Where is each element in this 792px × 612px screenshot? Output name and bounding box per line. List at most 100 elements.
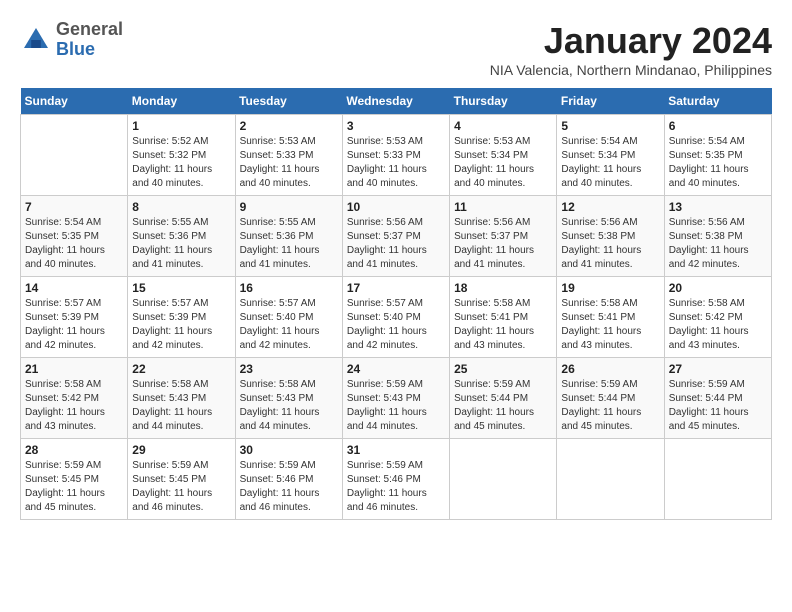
day-number: 30 [240,443,338,457]
column-header-sunday: Sunday [21,88,128,115]
day-info: Sunrise: 5:57 AMSunset: 5:40 PMDaylight:… [240,297,338,353]
week-row-1: 7 Sunrise: 5:54 AMSunset: 5:35 PMDaylight… [21,196,772,277]
calendar-header-row: SundayMondayTuesdayWednesdayThursdayFrid… [21,88,772,115]
day-info: Sunrise: 5:56 AMSunset: 5:38 PMDaylight:… [561,216,659,272]
day-info: Sunrise: 5:58 AMSunset: 5:43 PMDaylight:… [132,378,230,434]
day-number: 18 [454,281,552,295]
calendar-cell: 8Sunrise: 5:55 AMSunset: 5:36 PMDaylight… [128,196,235,277]
day-info: Sunrise: 5:58 AMSunset: 5:42 PMDaylight:… [25,378,123,434]
day-number: 14 [25,281,123,295]
month-title: January 2024 [490,20,772,62]
day-info: Sunrise: 5:59 AMSunset: 5:45 PMDaylight:… [132,459,230,515]
day-number: 17 [347,281,445,295]
day-info: Sunrise: 5:59 AMSunset: 5:46 PMDaylight:… [240,459,338,515]
calendar-cell: 18 Sunrise: 5:58 AMSunset: 5:41 PMDayligh… [450,277,557,358]
day-number: 12 [561,200,659,214]
calendar-cell: 26Sunrise: 5:59 AMSunset: 5:44 PMDayligh… [557,358,664,439]
week-row-3: 21 Sunrise: 5:58 AMSunset: 5:42 PMDayligh… [21,358,772,439]
day-number: 6 [669,119,767,133]
logo-general: General [56,19,123,39]
day-info: Sunrise: 5:57 AMSunset: 5:39 PMDaylight:… [25,297,123,353]
day-info: Sunrise: 5:53 AMSunset: 5:33 PMDaylight:… [240,135,338,191]
calendar-table: SundayMondayTuesdayWednesdayThursdayFrid… [20,88,772,520]
calendar-cell: 20Sunrise: 5:58 AMSunset: 5:42 PMDayligh… [664,277,771,358]
column-header-tuesday: Tuesday [235,88,342,115]
day-number: 9 [240,200,338,214]
calendar-cell: 22 Sunrise: 5:58 AMSunset: 5:43 PMDayligh… [128,358,235,439]
calendar-cell: 7 Sunrise: 5:54 AMSunset: 5:35 PMDaylight… [21,196,128,277]
calendar-cell: 1 Sunrise: 5:52 AMSunset: 5:32 PMDaylight… [128,115,235,196]
day-number: 24 [347,362,445,376]
week-row-4: 28 Sunrise: 5:59 AMSunset: 5:45 PMDayligh… [21,439,772,520]
calendar-cell: 30 Sunrise: 5:59 AMSunset: 5:46 PMDayligh… [235,439,342,520]
day-info: Sunrise: 5:59 AMSunset: 5:44 PMDaylight:… [454,378,552,434]
calendar-cell: 11 Sunrise: 5:56 AMSunset: 5:37 PMDayligh… [450,196,557,277]
logo-text: General Blue [56,20,123,60]
day-number: 1 [132,119,230,133]
day-number: 3 [347,119,445,133]
title-section: January 2024 NIA Valencia, Northern Mind… [490,20,772,78]
calendar-cell: 17 Sunrise: 5:57 AMSunset: 5:40 PMDayligh… [342,277,449,358]
day-info: Sunrise: 5:59 AMSunset: 5:44 PMDaylight:… [561,378,659,434]
logo-blue: Blue [56,39,95,59]
day-number: 13 [669,200,767,214]
day-info: Sunrise: 5:58 AMSunset: 5:41 PMDaylight:… [454,297,552,353]
day-info: Sunrise: 5:59 AMSunset: 5:45 PMDaylight:… [25,459,123,515]
calendar-cell: 28 Sunrise: 5:59 AMSunset: 5:45 PMDayligh… [21,439,128,520]
day-number: 10 [347,200,445,214]
day-number: 21 [25,362,123,376]
day-number: 16 [240,281,338,295]
column-header-saturday: Saturday [664,88,771,115]
column-header-monday: Monday [128,88,235,115]
day-number: 7 [25,200,123,214]
column-header-thursday: Thursday [450,88,557,115]
day-info: Sunrise: 5:53 AMSunset: 5:33 PMDaylight:… [347,135,445,191]
column-header-friday: Friday [557,88,664,115]
logo: General Blue [20,20,123,60]
day-number: 19 [561,281,659,295]
day-number: 11 [454,200,552,214]
week-row-2: 14 Sunrise: 5:57 AMSunset: 5:39 PMDayligh… [21,277,772,358]
day-number: 15 [132,281,230,295]
day-info: Sunrise: 5:53 AMSunset: 5:34 PMDaylight:… [454,135,552,191]
day-info: Sunrise: 5:54 AMSunset: 5:34 PMDaylight:… [561,135,659,191]
calendar-cell: 21 Sunrise: 5:58 AMSunset: 5:42 PMDayligh… [21,358,128,439]
day-number: 27 [669,362,767,376]
calendar-cell: 31Sunrise: 5:59 AMSunset: 5:46 PMDayligh… [342,439,449,520]
calendar-cell: 12 Sunrise: 5:56 AMSunset: 5:38 PMDayligh… [557,196,664,277]
calendar-cell: 29 Sunrise: 5:59 AMSunset: 5:45 PMDayligh… [128,439,235,520]
day-number: 28 [25,443,123,457]
day-number: 22 [132,362,230,376]
calendar-cell: 9 Sunrise: 5:55 AMSunset: 5:36 PMDaylight… [235,196,342,277]
day-info: Sunrise: 5:56 AMSunset: 5:37 PMDaylight:… [454,216,552,272]
logo-icon [20,24,52,56]
calendar-cell: 5Sunrise: 5:54 AMSunset: 5:34 PMDaylight… [557,115,664,196]
calendar-cell: 13Sunrise: 5:56 AMSunset: 5:38 PMDayligh… [664,196,771,277]
day-info: Sunrise: 5:59 AMSunset: 5:46 PMDaylight:… [347,459,445,515]
day-info: Sunrise: 5:55 AMSunset: 5:36 PMDaylight:… [240,216,338,272]
subtitle: NIA Valencia, Northern Mindanao, Philipp… [490,62,772,78]
day-info: Sunrise: 5:59 AMSunset: 5:44 PMDaylight:… [669,378,767,434]
day-info: Sunrise: 5:57 AMSunset: 5:40 PMDaylight:… [347,297,445,353]
day-info: Sunrise: 5:55 AMSunset: 5:36 PMDaylight:… [132,216,230,272]
calendar-cell: 19Sunrise: 5:58 AMSunset: 5:41 PMDayligh… [557,277,664,358]
calendar-cell [664,439,771,520]
day-number: 4 [454,119,552,133]
column-header-wednesday: Wednesday [342,88,449,115]
day-info: Sunrise: 5:54 AMSunset: 5:35 PMDaylight:… [669,135,767,191]
day-info: Sunrise: 5:58 AMSunset: 5:42 PMDaylight:… [669,297,767,353]
calendar-cell: 23Sunrise: 5:58 AMSunset: 5:43 PMDayligh… [235,358,342,439]
day-number: 29 [132,443,230,457]
day-info: Sunrise: 5:52 AMSunset: 5:32 PMDaylight:… [132,135,230,191]
calendar-cell: 15Sunrise: 5:57 AMSunset: 5:39 PMDayligh… [128,277,235,358]
calendar-cell: 25 Sunrise: 5:59 AMSunset: 5:44 PMDayligh… [450,358,557,439]
calendar-cell: 14 Sunrise: 5:57 AMSunset: 5:39 PMDayligh… [21,277,128,358]
calendar-cell: 16 Sunrise: 5:57 AMSunset: 5:40 PMDayligh… [235,277,342,358]
calendar-cell [557,439,664,520]
calendar-cell: 6 Sunrise: 5:54 AMSunset: 5:35 PMDaylight… [664,115,771,196]
calendar-cell: 24Sunrise: 5:59 AMSunset: 5:43 PMDayligh… [342,358,449,439]
day-info: Sunrise: 5:54 AMSunset: 5:35 PMDaylight:… [25,216,123,272]
day-info: Sunrise: 5:56 AMSunset: 5:37 PMDaylight:… [347,216,445,272]
calendar-cell: 2Sunrise: 5:53 AMSunset: 5:33 PMDaylight… [235,115,342,196]
day-number: 25 [454,362,552,376]
